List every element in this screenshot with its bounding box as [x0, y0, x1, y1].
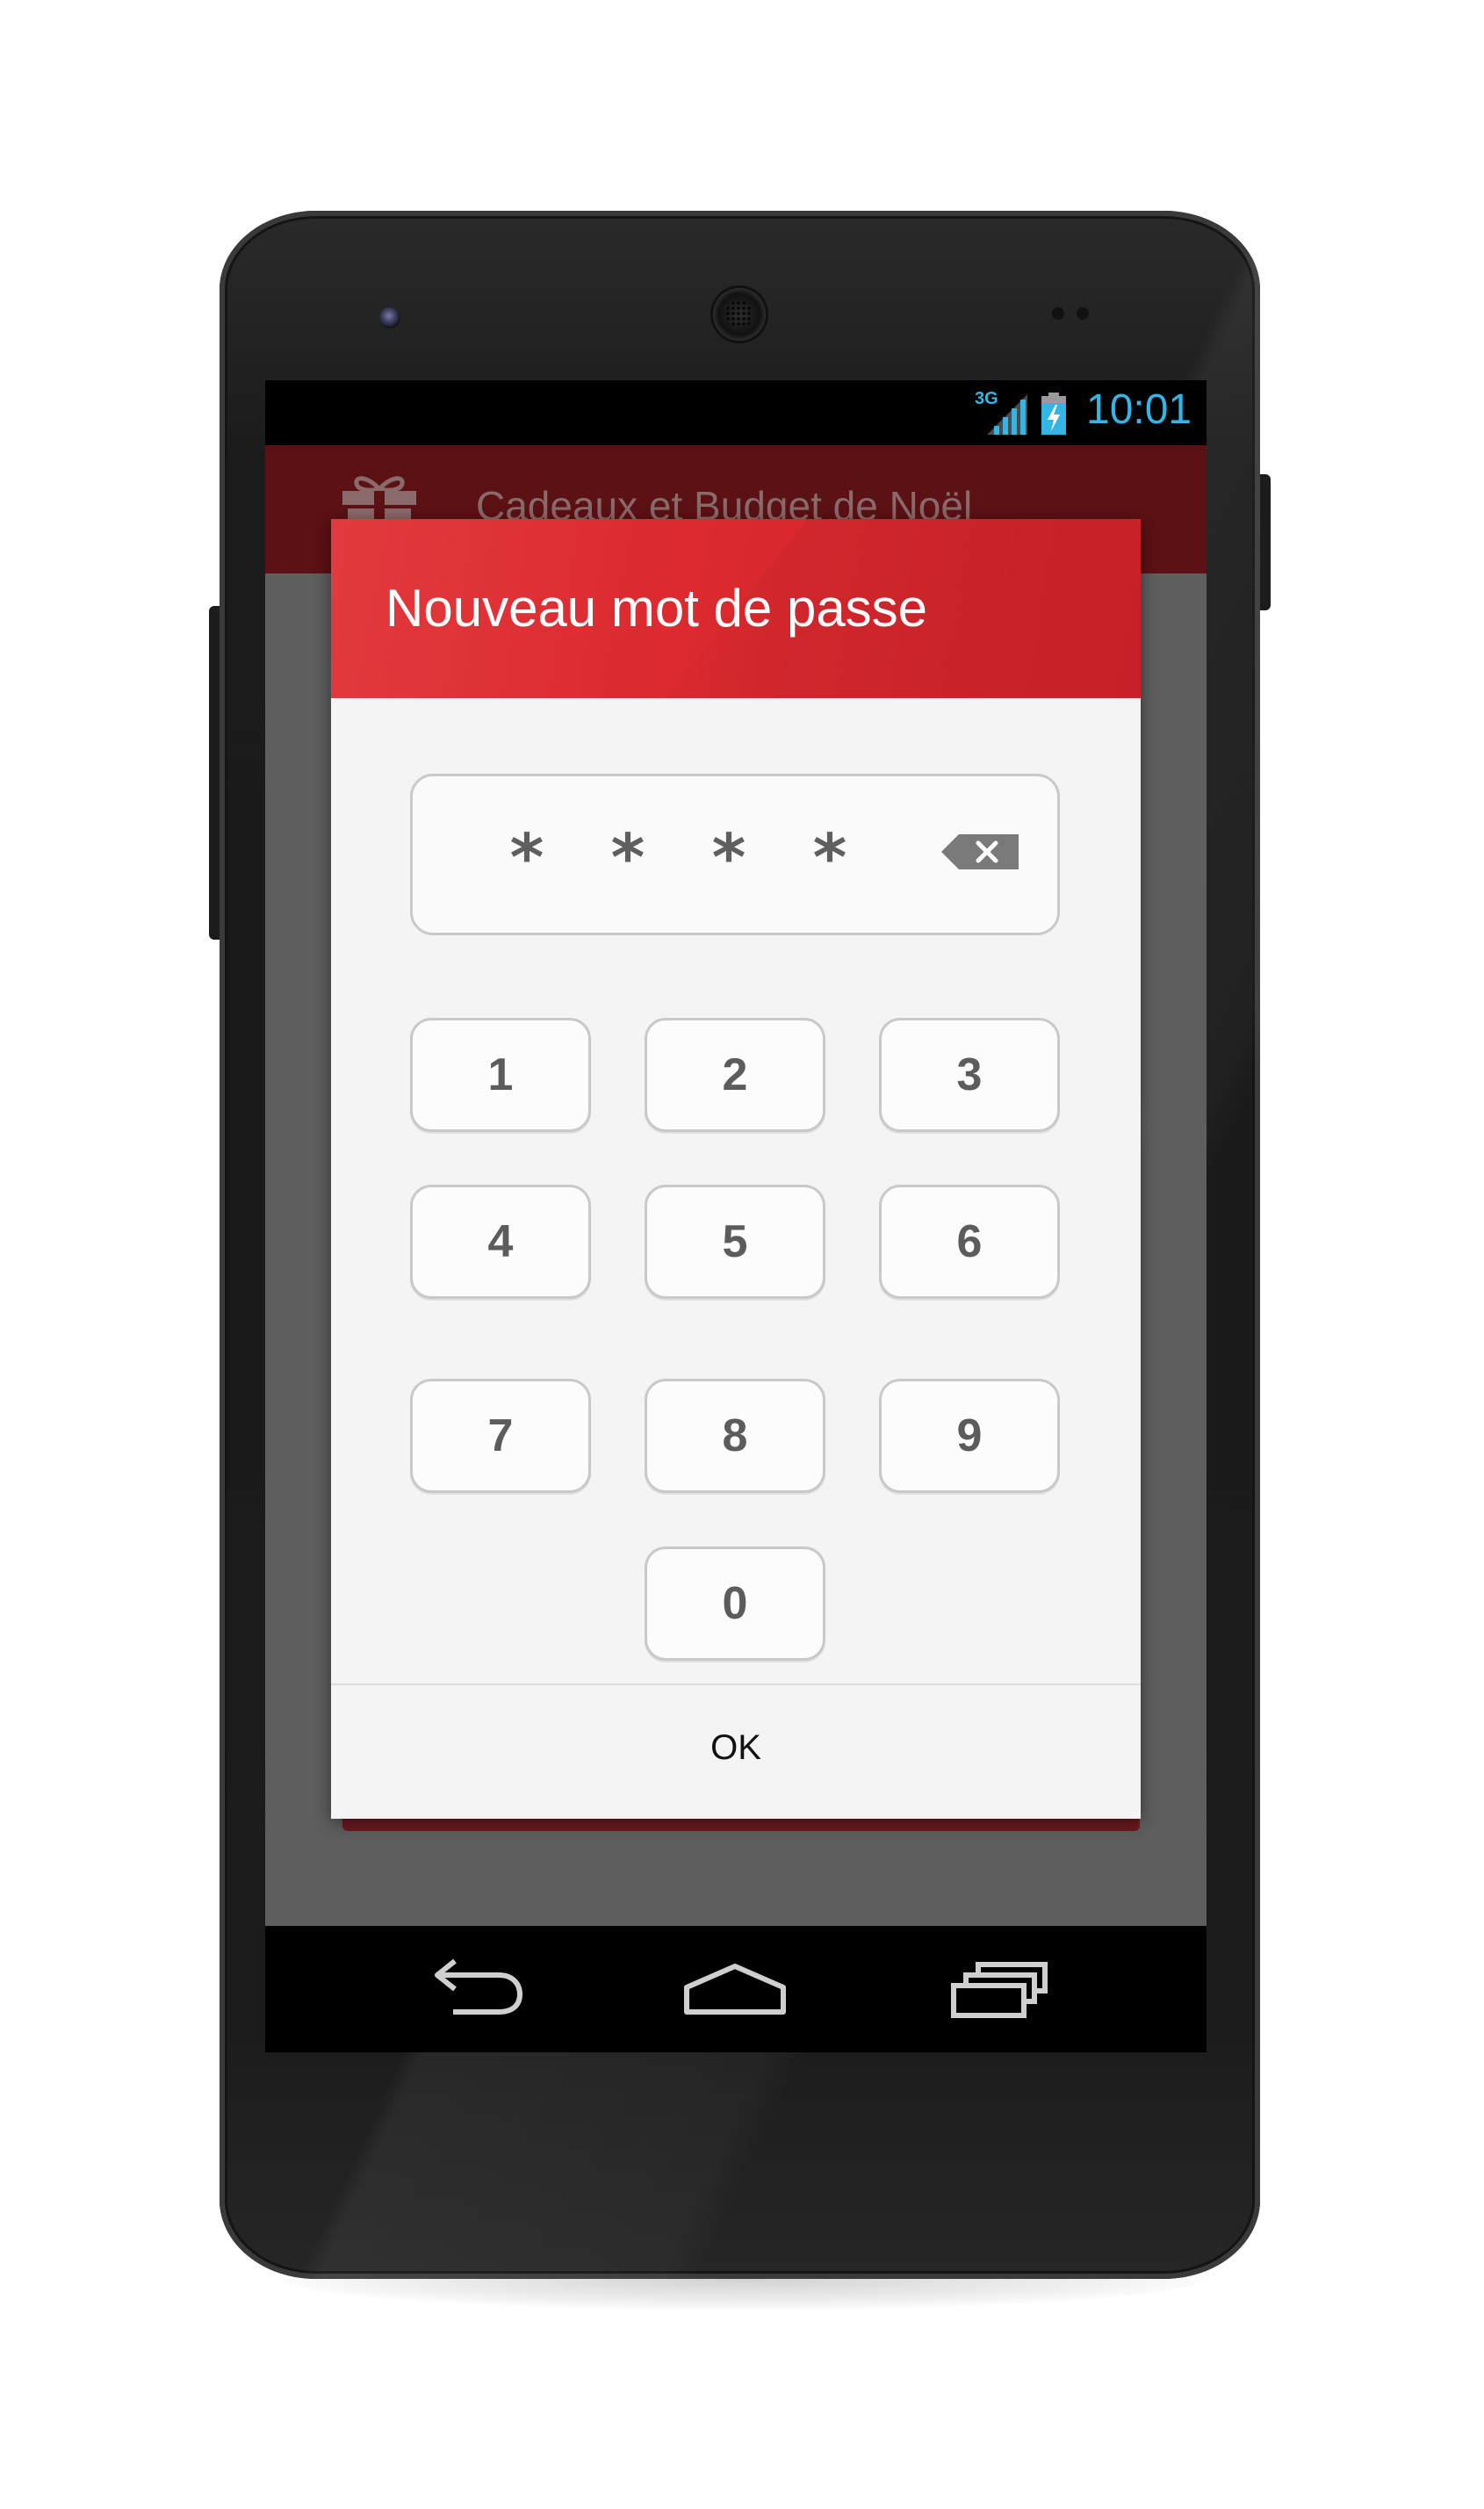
recent-apps-icon[interactable] — [943, 1950, 1057, 2028]
battery-charging-icon — [1041, 393, 1066, 435]
pin-digit-mask: * — [812, 820, 847, 896]
clock: 10:01 — [1086, 386, 1192, 433]
keypad-key-3[interactable]: 3 — [879, 1018, 1060, 1132]
proximity-sensor — [1052, 307, 1064, 320]
power-button — [1258, 474, 1271, 610]
keypad-key-2[interactable]: 2 — [645, 1018, 825, 1132]
backspace-icon[interactable] — [941, 834, 1019, 869]
keypad-key-0[interactable]: 0 — [645, 1546, 825, 1661]
screen: 3G 10:01 Cadeaux et Budget de Noël Nouve… — [265, 380, 1207, 2052]
keypad-key-8[interactable]: 8 — [645, 1379, 825, 1493]
ok-button[interactable]: OK — [331, 1685, 1141, 1819]
keypad-key-4[interactable]: 4 — [410, 1185, 591, 1299]
dialog-title: Nouveau mot de passe — [385, 579, 928, 638]
keypad-key-5[interactable]: 5 — [645, 1185, 825, 1299]
navigation-bar — [265, 1926, 1207, 2052]
light-sensor — [1077, 307, 1089, 320]
signal-icon — [987, 394, 1027, 435]
pin-digit-mask: * — [509, 820, 544, 896]
pin-digit-mask: * — [711, 820, 746, 896]
back-icon[interactable] — [414, 1950, 529, 2028]
password-dialog: Nouveau mot de passe * * * * 1 2 3 4 5 6… — [331, 519, 1141, 1819]
keypad-key-9[interactable]: 9 — [879, 1379, 1060, 1493]
home-icon[interactable] — [678, 1950, 792, 2028]
status-bar: 3G 10:01 — [265, 380, 1207, 445]
front-camera — [379, 307, 400, 328]
device-mockup: 3G 10:01 Cadeaux et Budget de Noël Nouve… — [0, 0, 1484, 2509]
earpiece-grille — [725, 300, 753, 328]
pin-display: * * * * — [410, 774, 1060, 935]
keypad-key-1[interactable]: 1 — [410, 1018, 591, 1132]
keypad-key-7[interactable]: 7 — [410, 1379, 591, 1493]
pin-digit-mask: * — [610, 820, 645, 896]
keypad-key-6[interactable]: 6 — [879, 1185, 1060, 1299]
